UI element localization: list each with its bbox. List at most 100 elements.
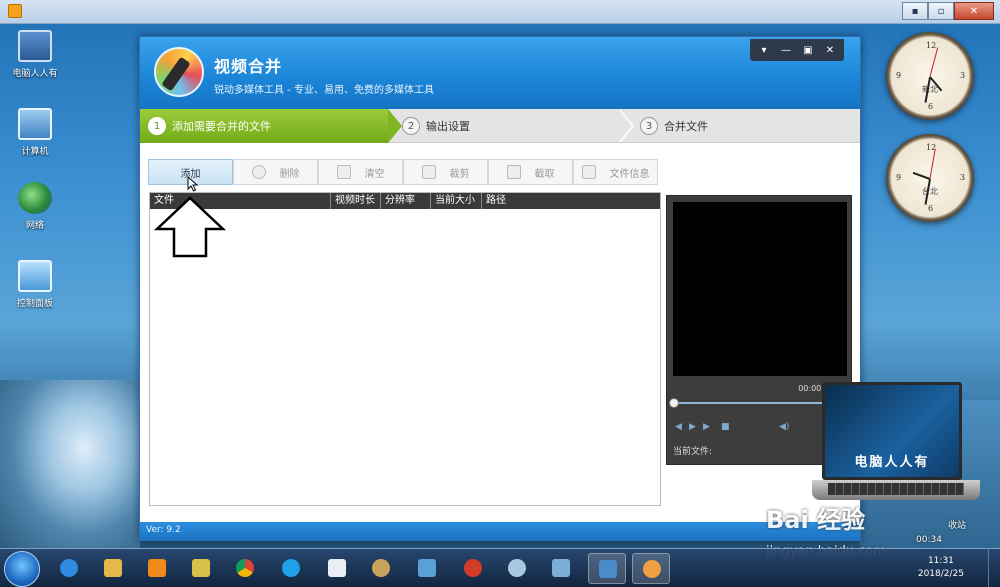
trash-icon (336, 165, 351, 179)
stop-icon[interactable]: ■ (721, 422, 730, 432)
window-icon (552, 559, 570, 577)
monitor-icon (18, 108, 52, 140)
play-icon[interactable]: ▶ (689, 422, 696, 432)
column-header-duration[interactable]: 视频时长 (331, 193, 381, 209)
taskbar-app-paint[interactable] (362, 553, 400, 584)
taskbar-app-browser2[interactable] (272, 553, 310, 584)
monitor-icon (599, 560, 617, 578)
browser-icon (282, 559, 300, 577)
close-button[interactable]: ✕ (819, 41, 841, 59)
clear-label: 清空 (364, 168, 385, 180)
step-label: 添加需要合并的文件 (172, 120, 271, 133)
laptop-screen-text: 电脑人人有 (854, 455, 930, 470)
step-number: 3 (640, 117, 658, 135)
desktop-icon-pc[interactable]: 电脑人人有 (0, 30, 70, 79)
clock-gadget-1[interactable]: 12 3 6 9 新北 (886, 32, 974, 120)
taskbar-app-remote[interactable] (408, 553, 446, 584)
column-header-size[interactable]: 当前大小 (431, 193, 482, 209)
clock-time: 11:31 (927, 556, 954, 566)
volume-icon[interactable]: ◀) (779, 422, 789, 432)
outer-maximize-button[interactable]: ▫ (928, 2, 954, 20)
clock-gadget-2[interactable]: 12 3 6 9 台北 (886, 134, 974, 222)
outer-minimize-button[interactable]: ▪ (902, 2, 928, 20)
step-add-files[interactable]: 1 添加需要合并的文件 (140, 109, 388, 143)
forward-icon[interactable]: ▶ (703, 422, 710, 432)
cut-label: 裁剪 (449, 168, 470, 180)
outer-close-button[interactable]: ✕ (954, 2, 994, 20)
laptop-keyboard (828, 483, 964, 495)
control-panel-icon (18, 260, 52, 292)
step-label: 输出设置 (426, 120, 470, 133)
taskbar-app-screen[interactable] (588, 553, 626, 584)
maximize-button[interactable]: ▣ (797, 41, 819, 59)
file-toolbar: 添加 删除 清空 裁剪 截取 文件信息 (148, 159, 660, 185)
arrow-up-icon (154, 196, 226, 258)
remote-desktop-icon (418, 559, 436, 577)
clock-date: 2018/2/25 (917, 569, 964, 579)
edit-icon (421, 165, 436, 179)
document-icon (328, 559, 346, 577)
step-label: 合并文件 (664, 120, 708, 133)
desktop-icon-control-panel[interactable]: 控制面板 (0, 260, 70, 309)
video-merge-window: 视频合并 锐动多媒体工具 - 专业、易用、免费的多媒体工具 ▾ — ▣ ✕ 1 … (139, 36, 861, 541)
folder-icon (192, 559, 210, 577)
menu-dropdown-icon[interactable]: ▾ (753, 41, 775, 59)
clock-hand (929, 47, 939, 77)
outer-window-titlebar: ▪ ▫ ✕ (0, 0, 1000, 24)
taskbar-app-window[interactable] (542, 553, 580, 584)
taskbar-app-chess[interactable] (454, 553, 492, 584)
rewind-icon[interactable]: ◀ (675, 422, 682, 432)
outer-window-controls: ▪ ▫ ✕ (902, 2, 994, 20)
step-arrow (388, 109, 402, 143)
show-desktop-button[interactable] (988, 549, 1000, 587)
app-subtitle: 锐动多媒体工具 - 专业、易用、免费的多媒体工具 (214, 85, 434, 96)
column-header-path[interactable]: 路径 (482, 193, 660, 209)
watermark-tag: 收站 (948, 521, 967, 531)
palette-icon (372, 559, 390, 577)
desktop-icon-network[interactable]: 网络 (0, 182, 70, 231)
step-merge-files[interactable]: 3 合并文件 (640, 109, 708, 143)
column-header-resolution[interactable]: 分辨率 (381, 193, 431, 209)
app-title: 视频合并 (214, 57, 283, 76)
file-info-label: 文件信息 (609, 168, 650, 180)
taskbar-app-media[interactable] (138, 553, 176, 584)
clock-hand (912, 171, 931, 180)
minimize-button[interactable]: — (775, 41, 797, 59)
window-controls: ▾ — ▣ ✕ (750, 39, 844, 61)
taskbar-app-folder2[interactable] (182, 553, 220, 584)
taskbar-app-video-merge[interactable] (632, 553, 670, 584)
version-label: Ver: 9.2 (146, 525, 181, 535)
clock-city: 台北 (922, 187, 938, 196)
video-preview-screen (673, 202, 847, 376)
taskbar-app-explorer[interactable] (94, 553, 132, 584)
media-player-icon (148, 559, 166, 577)
system-clock[interactable]: 11:31 2018/2/25 (918, 555, 964, 581)
desktop-wallpaper-left (0, 380, 140, 550)
globe-icon (18, 182, 52, 214)
laptop-watermark: 电脑人人有 (812, 380, 980, 520)
chrome-icon (236, 559, 254, 577)
file-info-button[interactable]: 文件信息 (573, 159, 658, 185)
taskbar-app-chrome[interactable] (226, 553, 264, 584)
video-merge-icon (643, 560, 661, 578)
app-header: 视频合并 锐动多媒体工具 - 专业、易用、免费的多媒体工具 ▾ — ▣ ✕ (140, 37, 860, 109)
desktop-icon-computer[interactable]: 计算机 (0, 108, 70, 157)
mouse-cursor-icon (187, 176, 199, 192)
start-button[interactable] (4, 551, 40, 587)
crop-button[interactable]: 截取 (488, 159, 573, 185)
file-info-icon (581, 165, 596, 179)
chess-icon (464, 559, 482, 577)
desktop-icon-label: 电脑人人有 (12, 69, 58, 79)
clear-button[interactable]: 清空 (318, 159, 403, 185)
step-number: 2 (402, 117, 420, 135)
step-output-settings[interactable]: 2 输出设置 (402, 109, 470, 143)
crop-label: 截取 (534, 168, 555, 180)
taskbar-app-gear[interactable] (498, 553, 536, 584)
taskbar-app-ie[interactable] (50, 553, 88, 584)
seek-handle[interactable] (669, 398, 679, 408)
delete-button[interactable]: 删除 (233, 159, 318, 185)
app-icon (8, 4, 22, 18)
taskbar-app-doc[interactable] (318, 553, 356, 584)
table-header-row: 文件 视频时长 分辨率 当前大小 路径 (150, 193, 660, 209)
cut-button[interactable]: 裁剪 (403, 159, 488, 185)
